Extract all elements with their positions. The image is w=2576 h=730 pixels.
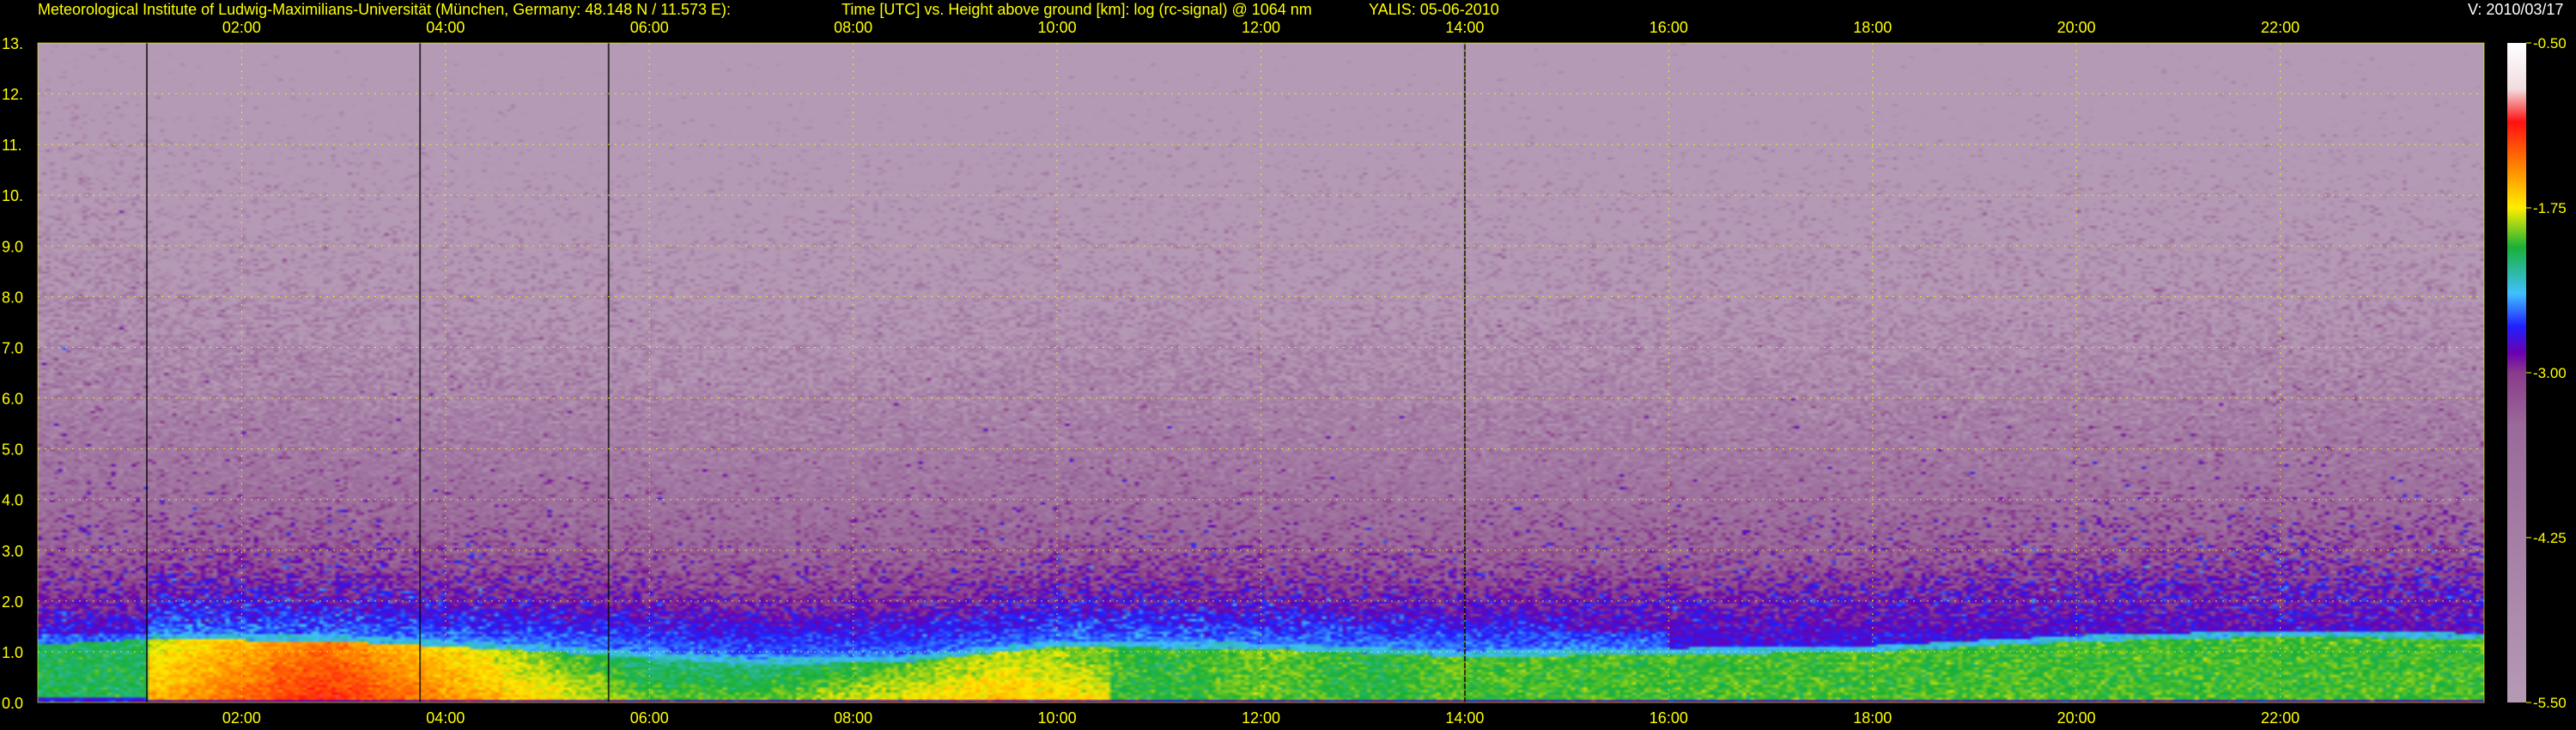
y-tick-label: 3.0 [2,543,23,560]
y-tick-label: 1.0 [2,644,23,661]
y-tick-label: 12. [2,86,23,103]
y-tick-label: 4.0 [2,492,23,509]
y-tick-label: 11. [2,137,22,154]
x-tick-label-top: 14:00 [1445,19,1484,36]
y-tick-label: 8.0 [2,289,23,306]
y-tick-label: 13. [2,35,23,52]
y-tick-label: 10. [2,187,23,204]
x-tick-label-top: 02:00 [222,19,261,36]
y-tick-label: 2.0 [2,593,23,611]
colorbar-tick-label: -5.50 [2533,695,2567,711]
x-tick-label-top: 06:00 [630,19,669,36]
x-tick-label-bottom: 16:00 [1649,709,1688,727]
colorbar [2507,43,2526,703]
x-tick-label-bottom: 14:00 [1445,709,1484,727]
colorbar-tick-label: -1.75 [2533,200,2567,216]
x-tick-label-top: 08:00 [834,19,872,36]
x-tick-label-top: 20:00 [2057,19,2096,36]
y-tick-label: 7.0 [2,339,23,356]
x-tick-label-top: 10:00 [1038,19,1077,36]
colorbar-tick-label: -4.25 [2533,530,2567,546]
x-tick-label-bottom: 02:00 [222,709,261,727]
x-tick-label-bottom: 12:00 [1242,709,1280,727]
x-tick-labels-top: 02:00 04:00 06:00 08:00 10:00 12:00 14:00 16:00… [222,19,2300,36]
x-tick-label-bottom: 04:00 [426,709,465,727]
colorbar-tick-label: -3.00 [2533,365,2567,381]
y-tick-label: 5.0 [2,441,23,459]
colorbar-tick-label: -0.50 [2533,35,2567,52]
x-tick-label-top: 18:00 [1853,19,1892,36]
y-tick-labels: 0.0 1.0 2.0 3.0 4.0 5.0 6.0 7.0 8.0 9.0 10. 11. 12. 1… [2,35,23,712]
x-tick-label-bottom: 18:00 [1853,709,1892,727]
x-tick-label-bottom: 22:00 [2261,709,2300,727]
x-tick-label-bottom: 06:00 [630,709,669,727]
x-tick-label-top: 12:00 [1242,19,1280,36]
x-tick-label-bottom: 08:00 [834,709,872,727]
x-tick-label-bottom: 20:00 [2057,709,2096,727]
y-tick-label: 9.0 [2,238,23,255]
y-tick-label: 6.0 [2,391,23,408]
y-tick-label: 0.0 [2,695,23,712]
x-tick-label-top: 04:00 [426,19,465,36]
x-tick-label-top: 22:00 [2261,19,2300,36]
lidar-heatmap-chart: 02:00 04:00 06:00 08:00 10:00 12:00 14:00 16:00… [2,19,2567,727]
x-tick-label-bottom: 10:00 [1038,709,1077,727]
x-tick-labels-bottom: 02:00 04:00 06:00 08:00 10:00 12:00 14:00 16:00… [222,709,2300,727]
colorbar-tick-labels: -0.50 -1.75 -3.00 -4.25 -5.50 [2526,35,2567,711]
x-tick-label-top: 16:00 [1649,19,1688,36]
